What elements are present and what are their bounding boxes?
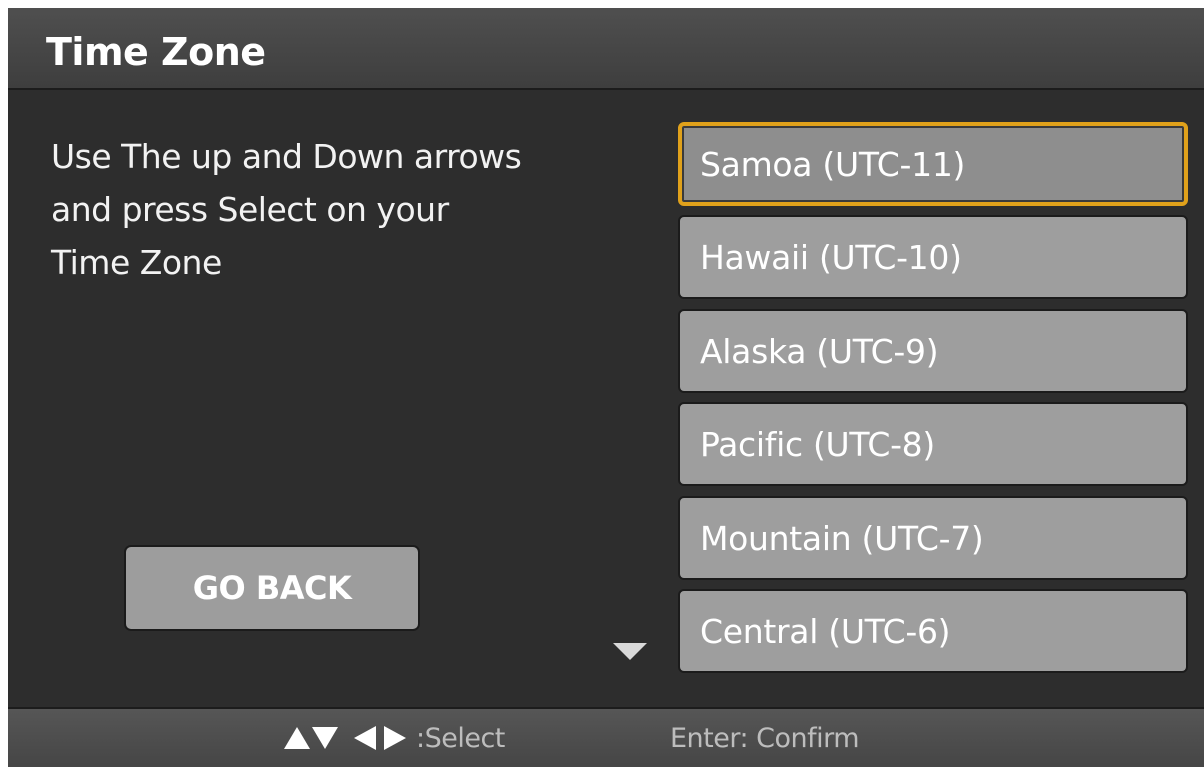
hint-bar: :Select Enter: Confirm [8, 707, 1204, 767]
time-zone-item-hawaii[interactable]: Hawaii (UTC-10) [678, 215, 1188, 299]
time-zone-item-mountain[interactable]: Mountain (UTC-7) [678, 496, 1188, 580]
instructions-line: and press Select on your [51, 190, 449, 229]
confirm-hint-label: Enter: Confirm [670, 723, 860, 754]
time-zone-item-samoa[interactable]: Samoa (UTC-11) [678, 122, 1188, 206]
instructions-line: Time Zone [51, 243, 222, 282]
instructions-line: Use The up and Down arrows [51, 137, 522, 176]
scroll-down-icon[interactable] [613, 643, 647, 660]
go-back-button[interactable]: GO BACK [124, 545, 420, 631]
arrow-right-icon [384, 726, 406, 750]
content-panel: Use The up and Down arrows and press Sel… [8, 90, 1204, 707]
instructions-text: Use The up and Down arrows and press Sel… [51, 130, 611, 289]
arrow-up-icon [284, 727, 310, 749]
arrow-left-icon [354, 726, 376, 750]
time-zone-item-central[interactable]: Central (UTC-6) [678, 589, 1188, 673]
arrow-down-icon [312, 727, 338, 749]
page-title: Time Zone [46, 30, 266, 74]
time-zone-screen: Time Zone Use The up and Down arrows and… [8, 8, 1204, 767]
time-zone-item-pacific[interactable]: Pacific (UTC-8) [678, 402, 1188, 486]
select-hint: :Select [284, 722, 505, 754]
select-hint-label: :Select [416, 722, 505, 754]
title-bar: Time Zone [8, 8, 1204, 90]
time-zone-item-alaska[interactable]: Alaska (UTC-9) [678, 309, 1188, 393]
